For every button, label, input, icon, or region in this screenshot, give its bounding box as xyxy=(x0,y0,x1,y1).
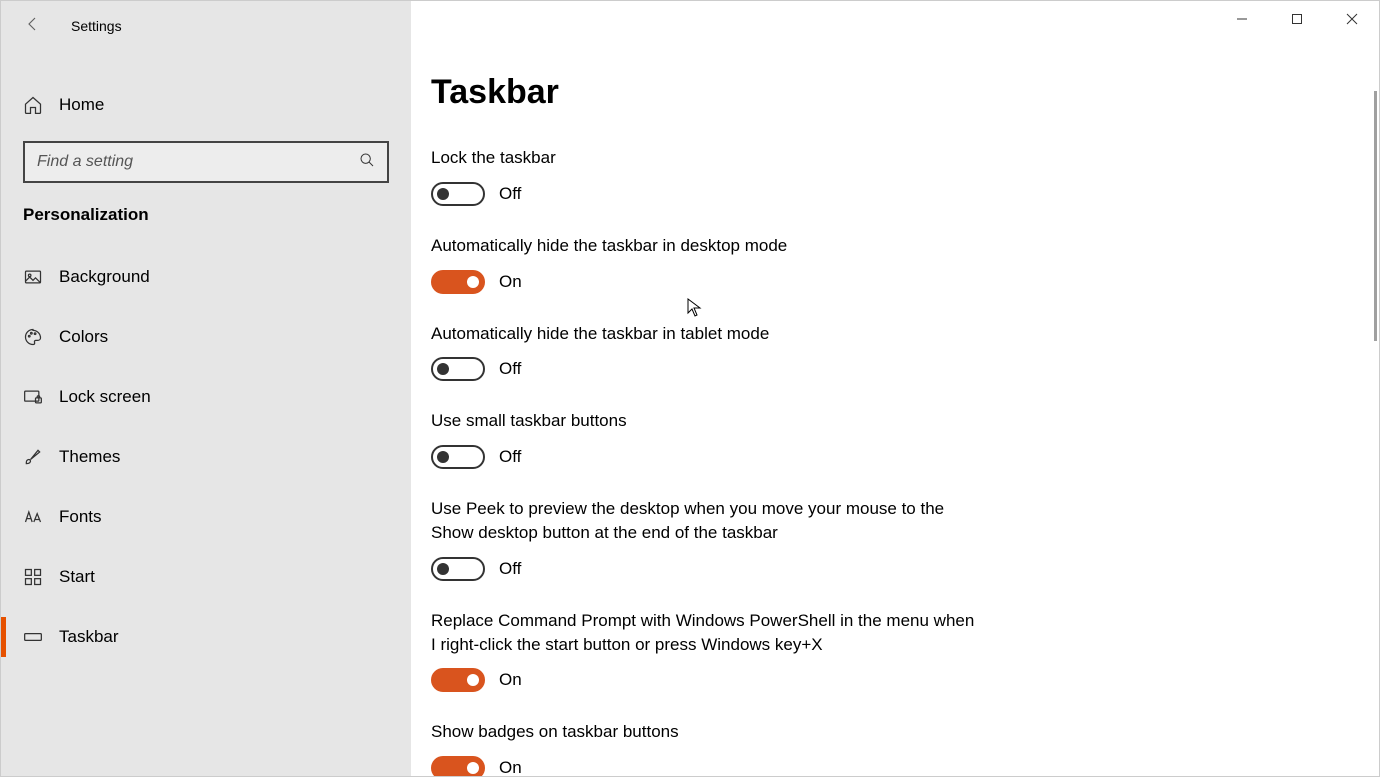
toggle-badges[interactable] xyxy=(431,756,485,776)
toggle-state-label: On xyxy=(499,758,522,776)
sidebar-item-colors[interactable]: Colors xyxy=(1,307,411,367)
sidebar-item-label: Lock screen xyxy=(59,387,151,407)
setting-lock-taskbar: Lock the taskbar Off xyxy=(431,146,981,206)
search-box[interactable] xyxy=(23,141,389,183)
taskbar-icon xyxy=(23,627,59,647)
main-content: Taskbar Lock the taskbar Off Automatically… xyxy=(411,1,1379,776)
setting-peek-preview: Use Peek to preview the desktop when you… xyxy=(431,497,981,581)
setting-label: Use Peek to preview the desktop when you… xyxy=(431,497,981,545)
sidebar-item-label: Background xyxy=(59,267,150,287)
setting-label: Show badges on taskbar buttons xyxy=(431,720,981,744)
section-header: Personalization xyxy=(1,205,411,225)
image-icon xyxy=(23,267,59,287)
sidebar-item-themes[interactable]: Themes xyxy=(1,427,411,487)
toggle-state-label: Off xyxy=(499,359,521,379)
setting-small-buttons: Use small taskbar buttons Off xyxy=(431,409,981,469)
setting-auto-hide-tablet: Automatically hide the taskbar in tablet… xyxy=(431,322,981,382)
home-icon xyxy=(23,95,59,115)
toggle-auto-hide-desktop[interactable] xyxy=(431,270,485,294)
sidebar-item-label: Themes xyxy=(59,447,120,467)
sidebar-item-label: Taskbar xyxy=(59,627,119,647)
fonts-icon xyxy=(23,507,59,527)
sidebar-item-label: Colors xyxy=(59,327,108,347)
setting-powershell: Replace Command Prompt with Windows Powe… xyxy=(431,609,981,693)
sidebar-item-label: Start xyxy=(59,567,95,587)
sidebar-item-fonts[interactable]: Fonts xyxy=(1,487,411,547)
toggle-auto-hide-tablet[interactable] xyxy=(431,357,485,381)
search-icon xyxy=(359,152,375,173)
sidebar-item-start[interactable]: Start xyxy=(1,547,411,607)
sidebar: Settings Home Personalization xyxy=(1,1,411,776)
setting-label: Automatically hide the taskbar in tablet… xyxy=(431,322,981,346)
sidebar-item-taskbar[interactable]: Taskbar xyxy=(1,607,411,667)
grid-icon xyxy=(23,567,59,587)
sidebar-item-background[interactable]: Background xyxy=(1,247,411,307)
toggle-powershell[interactable] xyxy=(431,668,485,692)
toggle-state-label: On xyxy=(499,670,522,690)
setting-badges: Show badges on taskbar buttons On xyxy=(431,720,981,776)
toggle-lock-taskbar[interactable] xyxy=(431,182,485,206)
sidebar-item-label: Home xyxy=(59,95,104,115)
setting-label: Use small taskbar buttons xyxy=(431,409,981,433)
toggle-state-label: Off xyxy=(499,559,521,579)
setting-auto-hide-desktop: Automatically hide the taskbar in deskto… xyxy=(431,234,981,294)
setting-label: Replace Command Prompt with Windows Powe… xyxy=(431,609,981,657)
back-arrow-icon[interactable] xyxy=(23,15,41,38)
toggle-state-label: On xyxy=(499,272,522,292)
palette-icon xyxy=(23,327,59,347)
sidebar-item-label: Fonts xyxy=(59,507,102,527)
page-title: Taskbar xyxy=(431,73,981,112)
sidebar-item-lock-screen[interactable]: Lock screen xyxy=(1,367,411,427)
setting-label: Lock the taskbar xyxy=(431,146,981,170)
toggle-peek-preview[interactable] xyxy=(431,557,485,581)
sidebar-item-home[interactable]: Home xyxy=(1,75,411,135)
app-title: Settings xyxy=(71,18,122,34)
brush-icon xyxy=(23,447,59,467)
titlebar: Settings xyxy=(1,7,411,45)
setting-label: Automatically hide the taskbar in deskto… xyxy=(431,234,981,258)
lock-screen-icon xyxy=(23,387,59,407)
toggle-state-label: Off xyxy=(499,184,521,204)
settings-content: Taskbar Lock the taskbar Off Automatically… xyxy=(411,1,1379,776)
search-input[interactable] xyxy=(37,153,359,171)
toggle-small-buttons[interactable] xyxy=(431,445,485,469)
toggle-state-label: Off xyxy=(499,447,521,467)
